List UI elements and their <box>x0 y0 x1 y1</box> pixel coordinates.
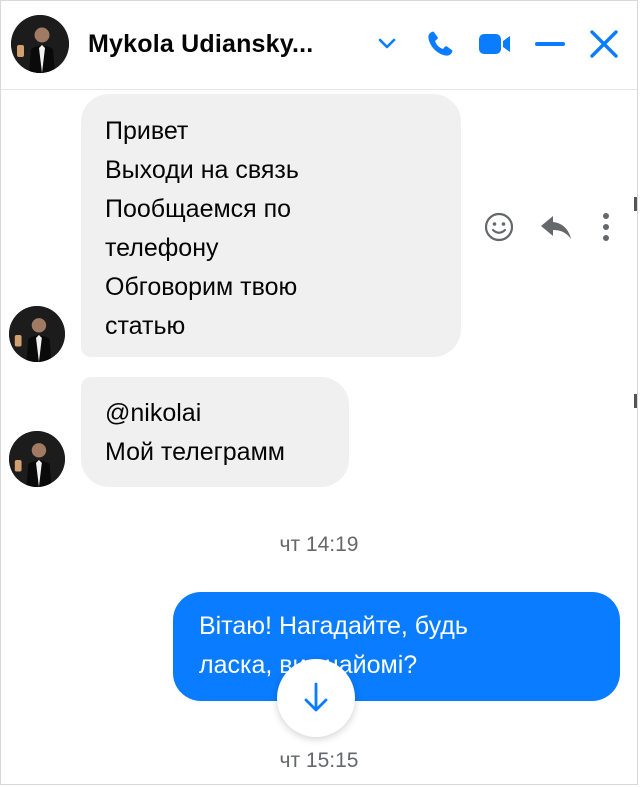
scrollbar-tick <box>634 394 637 408</box>
reply-icon[interactable] <box>536 205 576 249</box>
message-line: Выходи на связь <box>105 156 299 184</box>
message-line: Пообщаемся по <box>105 195 292 223</box>
person-silhouette-icon <box>9 431 65 487</box>
chat-header: Mykola Udiansky... <box>1 1 637 90</box>
video-camera-icon[interactable] <box>475 27 515 61</box>
message-line: телефону <box>105 234 219 262</box>
chat-window: Mykola Udiansky... Привет Выходи на связ… <box>0 0 638 785</box>
chevron-down-icon[interactable] <box>374 27 400 61</box>
minimize-icon[interactable] <box>533 27 567 61</box>
message-line: Вітаю! Нагадайте, будь <box>199 612 468 640</box>
incoming-message[interactable]: Привет Выходи на связь Пообщаемся по тел… <box>81 94 461 357</box>
avatar[interactable] <box>11 15 69 73</box>
message-line: Привет <box>105 117 189 145</box>
contact-name[interactable]: Mykola Udiansky... <box>88 30 313 59</box>
message-timestamp: чт 15:15 <box>279 749 359 772</box>
outgoing-message[interactable]: Вітаю! Нагадайте, будь ласка, ви знайомі… <box>173 592 620 701</box>
avatar[interactable] <box>9 306 65 362</box>
more-options-icon[interactable] <box>591 205 621 249</box>
avatar[interactable] <box>9 431 65 487</box>
person-silhouette-icon <box>11 15 69 73</box>
message-timestamp: чт 14:19 <box>279 533 359 556</box>
arrow-down-icon <box>304 682 328 712</box>
message-line: статью <box>105 312 186 340</box>
message-line: Мой телеграмм <box>105 438 285 466</box>
message-line: Обговорим твою <box>105 273 298 301</box>
message-line: ласка, ви знайомі? <box>199 651 418 679</box>
scrollbar-tick <box>634 197 637 211</box>
phone-icon[interactable] <box>423 27 457 61</box>
close-icon[interactable] <box>586 27 622 61</box>
person-silhouette-icon <box>9 306 65 362</box>
message-line: @nikolai <box>105 399 202 427</box>
smiley-icon[interactable] <box>479 205 519 249</box>
scroll-to-bottom-button[interactable] <box>277 659 355 737</box>
incoming-message[interactable]: @nikolai Мой телеграмм <box>81 377 349 487</box>
